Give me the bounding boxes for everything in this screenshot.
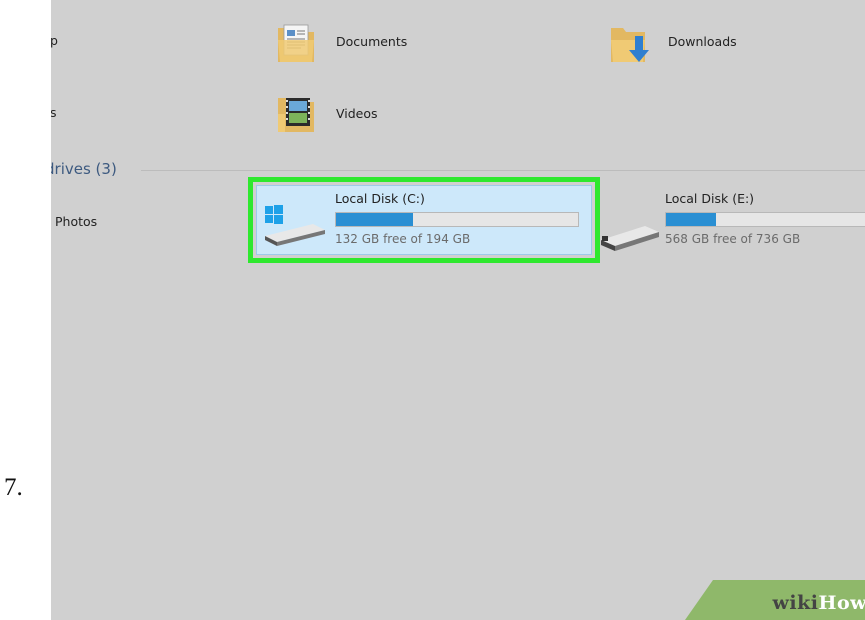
folder-label-downloads[interactable]: Downloads [668,34,737,49]
section-header-drives[interactable]: drives (3) [51,160,117,178]
folder-downloads-icon[interactable] [609,22,649,62]
drive-usage-bar-c [335,212,579,227]
windows-drive-icon [263,202,327,248]
drive-space-c: 132 GB free of 194 GB [335,232,471,246]
drive-usage-fill-e [666,213,717,226]
usb-drive-icon[interactable] [599,214,661,254]
file-explorer-view: p s Documents Downloads Videos drives (3… [51,0,865,620]
folder-label-videos[interactable]: Videos [336,106,378,121]
drive-space-e: 568 GB free of 736 GB [665,232,801,246]
drive-name-c: Local Disk (C:) [335,191,425,206]
folder-videos-icon[interactable] [276,92,316,132]
section-divider [141,170,865,171]
folder-label-partial[interactable]: p [51,33,58,48]
wikihow-logo-text: wikiHow [772,592,865,614]
drive-usage-fill-c [336,213,414,226]
drive-name-e[interactable]: Local Disk (E:) [665,191,754,206]
step-number: 7. [4,474,23,501]
drive-usage-bar-e [665,212,865,227]
wikihow-watermark: wikiHow [685,580,865,620]
folder-documents-icon[interactable] [276,22,316,62]
folder-label-partial[interactable]: s [51,105,57,120]
device-label-photos[interactable]: Photos [55,214,97,229]
folder-label-documents[interactable]: Documents [336,34,407,49]
